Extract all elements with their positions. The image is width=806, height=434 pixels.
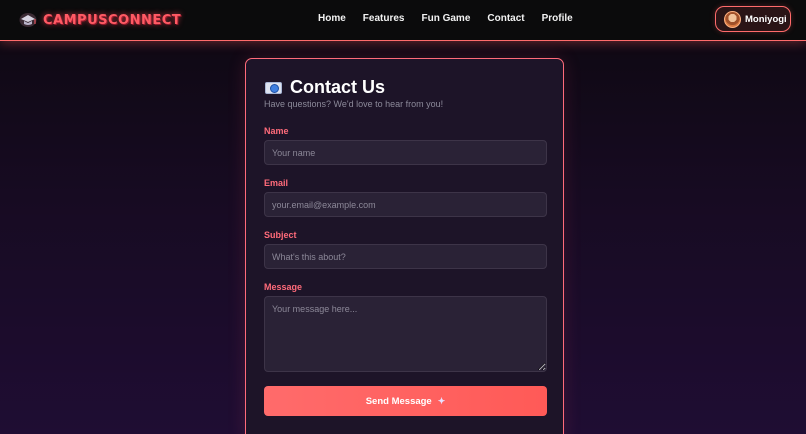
page-subtitle: Have questions? We'd love to hear from y… [264, 99, 444, 109]
brand-name: CAMPUSCONNECT [43, 12, 182, 28]
nav-link-home[interactable]: Home [318, 13, 346, 24]
brand-logo[interactable]: CAMPUSCONNECT [18, 10, 181, 30]
email-label: Email [264, 178, 289, 188]
contact-card: Contact Us Have questions? We'd love to … [245, 58, 564, 434]
nav-link-contact[interactable]: Contact [487, 13, 524, 24]
message-textarea[interactable] [264, 296, 547, 372]
camera-icon [265, 81, 282, 94]
page-title: Contact Us [290, 77, 386, 97]
send-message-label: Send Message [365, 395, 432, 407]
username: Moniyogi [745, 13, 787, 25]
title-row: Contact Us [265, 77, 385, 98]
subject-input[interactable] [264, 244, 547, 269]
profile-button[interactable]: Moniyogi [715, 6, 791, 32]
nav-link-features[interactable]: Features [363, 13, 405, 24]
nav-links: Home Features Fun Game Contact Profile [318, 13, 590, 24]
email-input[interactable] [264, 192, 547, 217]
user-avatar [724, 10, 741, 28]
navbar: CAMPUSCONNECT Home Features Fun Game Con… [0, 0, 806, 41]
logo-icon [19, 13, 37, 27]
sparkle-icon: ✦ [437, 395, 446, 406]
subject-label: Subject [264, 230, 297, 240]
nav-link-fun-game[interactable]: Fun Game [421, 13, 470, 24]
nav-link-profile[interactable]: Profile [542, 13, 573, 24]
name-label: Name [264, 126, 289, 136]
send-message-button[interactable]: Send Message ✦ [264, 386, 547, 416]
message-label: Message [264, 282, 303, 292]
name-input[interactable] [264, 140, 547, 165]
